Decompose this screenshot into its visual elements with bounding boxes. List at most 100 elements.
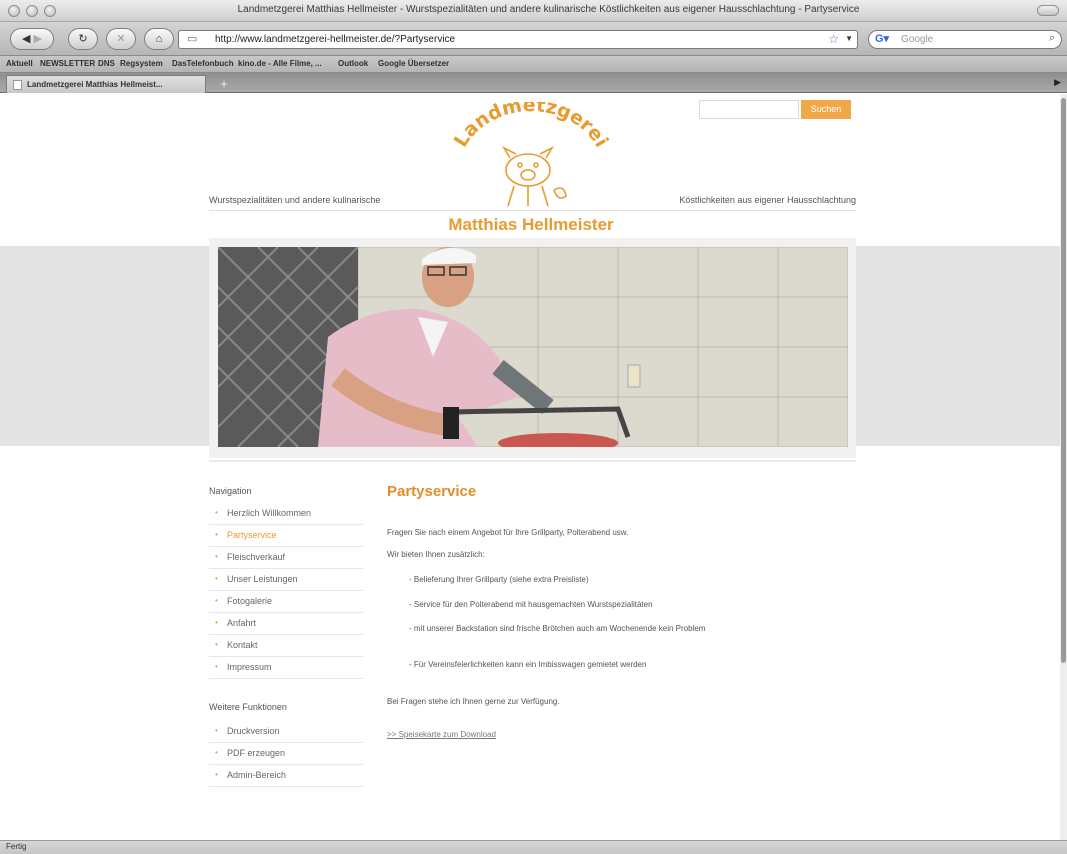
- google-icon[interactable]: G▾: [875, 32, 889, 45]
- bookmark-item[interactable]: Aktuell: [6, 59, 33, 68]
- nav-item-label[interactable]: Anfahrt: [227, 618, 256, 628]
- stop-icon: ✕: [116, 33, 126, 45]
- bullet-icon: •: [215, 596, 218, 605]
- web-page: Suchen Landmetzgerei Wurstspezialitäten …: [0, 94, 1060, 840]
- status-text: Fertig: [6, 842, 27, 851]
- nav-heading: Navigation: [209, 486, 252, 496]
- nav-item-herzlich-willkommen[interactable]: • Herzlich Willkommen: [209, 503, 363, 525]
- nav-item-label[interactable]: Partyservice: [227, 530, 277, 540]
- title-bar: Landmetzgerei Matthias Hellmeister - Wur…: [0, 0, 1067, 22]
- hero-photo: [218, 247, 848, 447]
- nav-item-fotogalerie[interactable]: • Fotogalerie: [209, 591, 363, 613]
- intro-text: Fragen Sie nach einem Angebot für Ihre G…: [387, 528, 629, 537]
- function-item-label[interactable]: PDF erzeugen: [227, 748, 285, 758]
- nav-item-impressum[interactable]: • Impressum: [209, 657, 363, 679]
- function-item-pdf[interactable]: • PDF erzeugen: [209, 743, 363, 765]
- bullet-icon: •: [215, 726, 218, 735]
- bookmarks-bar: Aktuell NEWSLETTER DNS Regsystem DasTele…: [0, 56, 1067, 73]
- bookmark-item[interactable]: kino.de - Alle Filme, ...: [238, 59, 322, 68]
- vertical-scrollbar[interactable]: [1060, 94, 1067, 840]
- bullet-icon: •: [215, 574, 218, 583]
- tab-bar: Landmetzgerei Matthias Hellmeist... + ▶: [0, 73, 1067, 93]
- back-forward-button[interactable]: ◀ ▶: [10, 28, 54, 50]
- bullet-icon: •: [215, 640, 218, 649]
- site-search-button[interactable]: Suchen: [801, 100, 851, 119]
- nav-item-fleischverkauf[interactable]: • Fleischverkauf: [209, 547, 363, 569]
- stop-button[interactable]: ✕: [106, 28, 136, 50]
- home-icon: ⌂: [155, 33, 163, 45]
- close-window-button[interactable]: [8, 5, 20, 17]
- list-item: - Für Vereinsfeierlichkeiten kann ein Im…: [409, 660, 647, 669]
- bullet-icon: •: [215, 748, 218, 757]
- page-icon: [13, 80, 22, 90]
- bookmark-item[interactable]: Google Übersetzer: [378, 59, 449, 68]
- forward-arrow-icon[interactable]: ▶: [30, 33, 42, 45]
- business-name: Matthias Hellmeister: [448, 215, 614, 234]
- new-tab-button[interactable]: +: [214, 76, 234, 92]
- bullet-icon: •: [215, 530, 218, 539]
- bookmark-item[interactable]: NEWSLETTER: [40, 59, 95, 68]
- search-placeholder: Google: [901, 34, 934, 45]
- bullet-icon: •: [215, 508, 218, 517]
- divider: [209, 460, 856, 462]
- toolbar-toggle-button[interactable]: [1037, 5, 1059, 16]
- nav-item-label[interactable]: Kontakt: [227, 640, 258, 650]
- nav-item-anfahrt[interactable]: • Anfahrt: [209, 613, 363, 635]
- reload-button[interactable]: ↻: [68, 28, 98, 50]
- search-field[interactable]: G▾ Google ⌕: [868, 30, 1062, 49]
- home-button[interactable]: ⌂: [144, 28, 174, 50]
- url-text[interactable]: http://www.landmetzgerei-hellmeister.de/…: [215, 34, 455, 45]
- page-icon: ▭: [187, 33, 198, 45]
- status-bar: Fertig: [0, 840, 1067, 854]
- nav-item-label[interactable]: Fleischverkauf: [227, 552, 285, 562]
- minimize-window-button[interactable]: [26, 5, 38, 17]
- reload-icon: ↻: [78, 33, 88, 45]
- bullet-icon: •: [215, 662, 218, 671]
- window-title: Landmetzgerei Matthias Hellmeister - Wur…: [237, 4, 860, 15]
- page-title: Partyservice: [387, 483, 477, 500]
- pig-icon: [501, 146, 567, 207]
- tagline-right: Köstlichkeiten aus eigener Hausschlachtu…: [679, 195, 856, 205]
- nav-item-label[interactable]: Impressum: [227, 662, 272, 672]
- list-item: - mit unserer Backstation sind frische B…: [409, 624, 706, 633]
- tab-overflow-icon[interactable]: ▶: [1054, 77, 1061, 88]
- nav-item-label[interactable]: Herzlich Willkommen: [227, 508, 311, 518]
- browser-window: Landmetzgerei Matthias Hellmeister - Wur…: [0, 0, 1067, 854]
- offer-intro-text: Wir bieten Ihnen zusätzlich:: [387, 550, 485, 559]
- toolbar: ◀ ▶ ↻ ✕ ⌂ ▭ http://www.landmetzgerei-hel…: [0, 22, 1067, 56]
- divider: [209, 210, 856, 211]
- tab-active[interactable]: Landmetzgerei Matthias Hellmeist...: [6, 75, 206, 93]
- download-link[interactable]: >> Speisekarte zum Download: [387, 730, 496, 739]
- list-item: - Service für den Polterabend mit hausge…: [409, 600, 653, 609]
- function-item-label[interactable]: Druckversion: [227, 726, 280, 736]
- bookmark-star-icon[interactable]: ☆: [828, 32, 839, 46]
- scrollbar-thumb[interactable]: [1061, 98, 1066, 663]
- search-icon[interactable]: ⌕: [1049, 32, 1055, 45]
- bullet-icon: •: [215, 552, 218, 561]
- bookmark-item[interactable]: DasTelefonbuch: [172, 59, 234, 68]
- tab-label: Landmetzgerei Matthias Hellmeist...: [27, 80, 163, 89]
- bookmark-item[interactable]: Regsystem: [120, 59, 163, 68]
- nav-item-kontakt[interactable]: • Kontakt: [209, 635, 363, 657]
- function-item-admin[interactable]: • Admin-Bereich: [209, 765, 363, 787]
- logo[interactable]: Landmetzgerei: [444, 102, 614, 212]
- logo-text: Landmetzgerei: [450, 102, 613, 151]
- nav-item-leistungen[interactable]: • Unser Leistungen: [209, 569, 363, 591]
- function-item-label[interactable]: Admin-Bereich: [227, 770, 286, 780]
- chevron-down-icon[interactable]: ▼: [845, 34, 853, 43]
- bookmark-item[interactable]: DNS: [98, 59, 115, 68]
- bookmark-item[interactable]: Outlook: [338, 59, 368, 68]
- nav-item-label[interactable]: Fotogalerie: [227, 596, 272, 606]
- nav-item-partyservice[interactable]: • Partyservice: [209, 525, 363, 547]
- tagline-left: Wurstspezialitäten und andere kulinarisc…: [209, 195, 381, 205]
- function-item-druckversion[interactable]: • Druckversion: [209, 721, 363, 743]
- bullet-icon: •: [215, 770, 218, 779]
- closing-text: Bei Fragen stehe ich Ihnen gerne zur Ver…: [387, 697, 560, 706]
- functions-heading: Weitere Funktionen: [209, 702, 287, 712]
- list-item: - Belieferung Ihrer Grillparty (siehe ex…: [409, 575, 589, 584]
- site-search-input[interactable]: [699, 100, 799, 119]
- nav-item-label[interactable]: Unser Leistungen: [227, 574, 298, 584]
- bullet-icon: •: [215, 618, 218, 627]
- zoom-window-button[interactable]: [44, 5, 56, 17]
- address-bar[interactable]: ▭ http://www.landmetzgerei-hellmeister.d…: [178, 30, 858, 49]
